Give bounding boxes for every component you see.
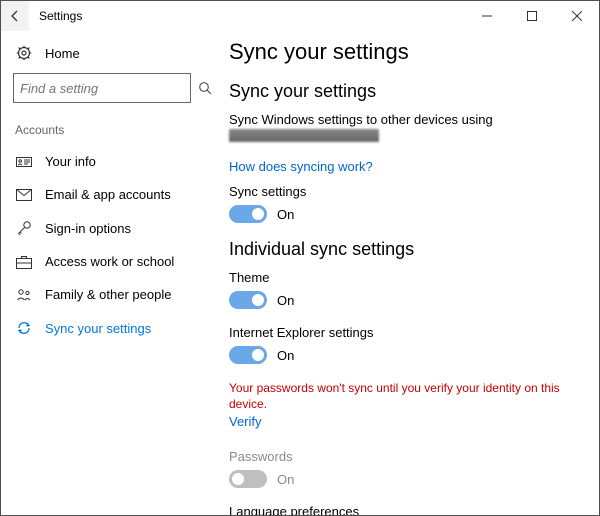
sync-settings-toggle[interactable]	[229, 205, 267, 223]
sidebar-item-your-info[interactable]: Your info	[1, 145, 203, 178]
account-name-redacted	[229, 129, 379, 142]
sidebar: Home Accounts Your info Email & app acco…	[1, 31, 203, 515]
section-title: Individual sync settings	[229, 239, 573, 260]
toggle-state: On	[277, 207, 294, 222]
toggle-state: On	[277, 348, 294, 363]
sync-icon	[15, 320, 33, 336]
password-warning: Your passwords won't sync until you veri…	[229, 380, 573, 412]
theme-toggle[interactable]	[229, 291, 267, 309]
nav-label: Email & app accounts	[45, 187, 171, 202]
sidebar-item-signin[interactable]: Sign-in options	[1, 211, 203, 245]
ie-label: Internet Explorer settings	[229, 325, 573, 340]
main-content: Sync your settings Sync your settings Sy…	[203, 31, 599, 515]
page-title: Sync your settings	[229, 39, 573, 65]
close-button[interactable]	[554, 1, 599, 31]
back-button[interactable]	[1, 1, 29, 31]
minimize-button[interactable]	[464, 1, 509, 31]
sync-description: Sync Windows settings to other devices u…	[229, 112, 573, 127]
section-title: Sync your settings	[229, 81, 573, 102]
home-nav[interactable]: Home	[1, 39, 203, 67]
sidebar-item-family[interactable]: Family & other people	[1, 278, 203, 311]
ie-toggle[interactable]	[229, 346, 267, 364]
how-syncing-link[interactable]: How does syncing work?	[229, 159, 373, 174]
nav-label: Sync your settings	[45, 321, 151, 336]
gear-icon	[15, 45, 33, 61]
mail-icon	[15, 189, 33, 201]
nav-label: Sign-in options	[45, 221, 131, 236]
passwords-label: Passwords	[229, 449, 573, 464]
language-label: Language preferences	[229, 504, 573, 515]
sidebar-item-work[interactable]: Access work or school	[1, 245, 203, 278]
key-icon	[15, 220, 33, 236]
toggle-state: On	[277, 472, 294, 487]
toggle-state: On	[277, 293, 294, 308]
sync-settings-label: Sync settings	[229, 184, 573, 199]
search-input[interactable]	[13, 73, 191, 103]
nav-label: Your info	[45, 154, 96, 169]
window-title: Settings	[29, 9, 464, 23]
briefcase-icon	[15, 255, 33, 269]
sidebar-item-sync[interactable]: Sync your settings	[1, 311, 203, 345]
title-bar: Settings	[1, 1, 599, 31]
search-field[interactable]	[20, 81, 198, 96]
people-icon	[15, 288, 33, 302]
nav-label: Family & other people	[45, 287, 171, 302]
maximize-button[interactable]	[509, 1, 554, 31]
home-label: Home	[45, 46, 80, 61]
sidebar-group-header: Accounts	[1, 117, 203, 145]
window-controls	[464, 1, 599, 31]
sidebar-item-email[interactable]: Email & app accounts	[1, 178, 203, 211]
theme-label: Theme	[229, 270, 573, 285]
verify-link[interactable]: Verify	[229, 414, 262, 429]
person-card-icon	[15, 155, 33, 169]
passwords-toggle	[229, 470, 267, 488]
nav-label: Access work or school	[45, 254, 174, 269]
